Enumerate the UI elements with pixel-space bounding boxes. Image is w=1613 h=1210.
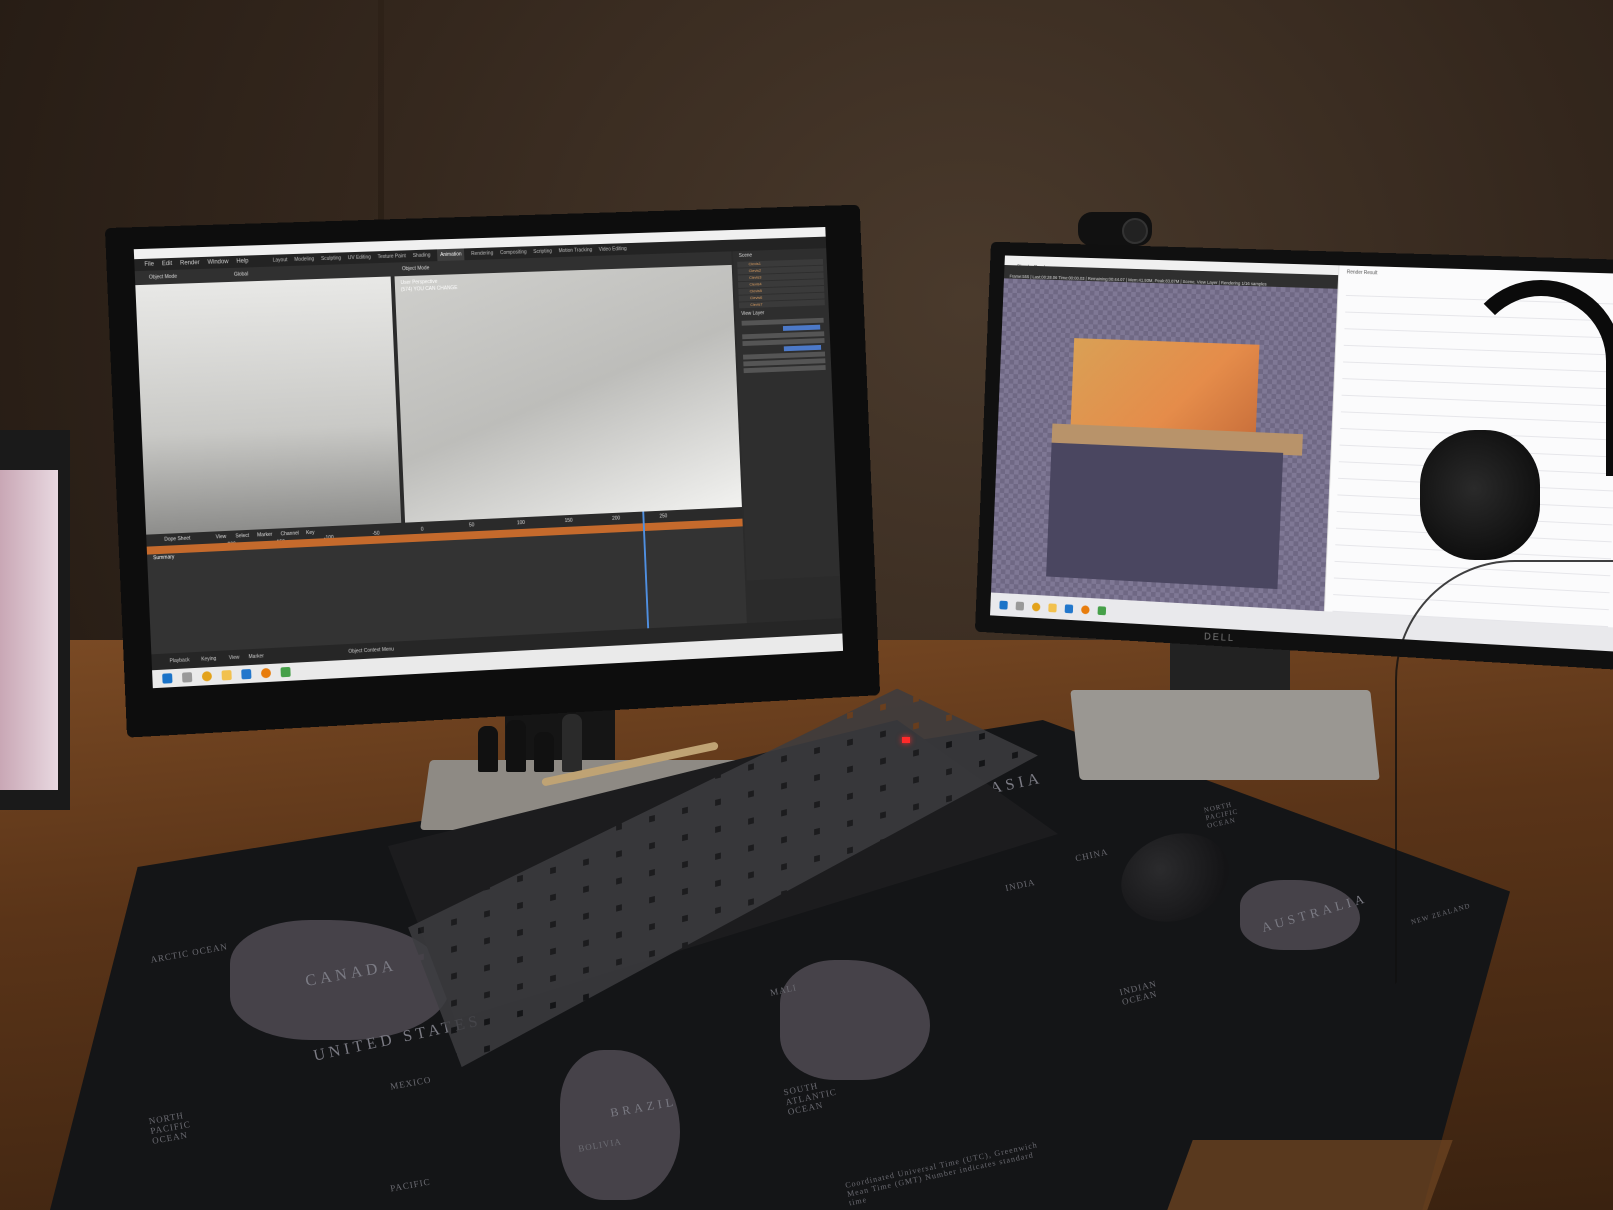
monitor-brand-logo: DELL: [1204, 632, 1235, 644]
mode-select-right[interactable]: Object Mode: [402, 261, 430, 276]
properties-panel: Scene Clevis1 Clevis2 Clevis3 Clevis4 Cl…: [733, 248, 840, 580]
file-explorer-icon[interactable]: [1048, 603, 1057, 612]
orientation-select[interactable]: Global: [234, 267, 249, 281]
figurine: [506, 720, 526, 772]
headphone-earcup: [1420, 430, 1540, 560]
start-icon[interactable]: [162, 673, 172, 683]
tab-compositing[interactable]: Compositing: [500, 246, 527, 259]
keying-menu[interactable]: Keying: [201, 651, 217, 668]
frame-number: 150: [564, 515, 572, 527]
headphones: [1420, 280, 1580, 580]
figurine: [562, 714, 582, 772]
menu-window[interactable]: Window: [207, 256, 229, 269]
tab-shading[interactable]: Shading: [412, 250, 430, 262]
menu-file[interactable]: File: [144, 259, 154, 271]
dope-sheet-key[interactable]: Key: [306, 527, 315, 539]
frame-number: 250: [659, 510, 667, 522]
webcam: [1078, 212, 1152, 246]
tab-modeling[interactable]: Modeling: [294, 253, 314, 266]
headphone-cable: [1395, 560, 1613, 984]
app-icon[interactable]: [281, 667, 291, 677]
frame-number: 100: [517, 517, 525, 529]
render-canvas[interactable]: [991, 278, 1338, 611]
chrome-icon[interactable]: [1032, 602, 1041, 611]
webcam-lens: [1122, 218, 1148, 244]
camera-viewport[interactable]: [135, 276, 401, 534]
blender-icon[interactable]: [261, 668, 271, 678]
vscode-icon[interactable]: [1065, 604, 1074, 613]
app-icon[interactable]: [1098, 606, 1107, 615]
mode-select-left[interactable]: Object Mode: [149, 270, 178, 285]
chrome-icon[interactable]: [202, 671, 212, 681]
property-field-active[interactable]: [784, 345, 821, 351]
search-icon[interactable]: [1016, 601, 1025, 610]
tab-video-editing[interactable]: Video Editing: [599, 243, 627, 256]
vscode-icon[interactable]: [241, 669, 251, 679]
marker-menu[interactable]: Marker: [248, 648, 264, 665]
figurine: [534, 732, 554, 772]
tab-animation[interactable]: Animation: [437, 248, 465, 261]
menu-render[interactable]: Render: [180, 257, 200, 270]
property-field[interactable]: [744, 365, 826, 373]
right-monitor-base: [1070, 690, 1379, 780]
tab-uv-editing[interactable]: UV Editing: [348, 251, 371, 264]
blender-window: File Edit Render Window Help Layout Mode…: [134, 227, 843, 688]
menu-help[interactable]: Help: [236, 255, 249, 267]
tab-texture-paint[interactable]: Texture Paint: [377, 250, 406, 263]
photo-scene: CANADA UNITED STATES MEXICO BRAZIL BOLIV…: [0, 0, 1613, 1210]
cardboard-box-corner: [1167, 1140, 1452, 1210]
keyboard-led: [902, 737, 910, 743]
tab-rendering[interactable]: Rendering: [471, 247, 494, 260]
start-icon[interactable]: [999, 600, 1007, 609]
dope-sheet-marker[interactable]: Marker: [257, 529, 273, 542]
render-result-lower: [1046, 443, 1283, 589]
left-monitor-glow: [0, 470, 58, 790]
3d-viewport[interactable]: User Perspective (574) YOU CAN CHANGE: [395, 265, 742, 523]
frame-number: 200: [612, 513, 620, 525]
view-menu[interactable]: View: [229, 650, 240, 666]
frame-number: 50: [469, 519, 475, 531]
file-explorer-icon[interactable]: [222, 670, 232, 680]
search-icon[interactable]: [182, 672, 192, 682]
view-sublabel: (574) YOU CAN CHANGE: [401, 285, 458, 293]
main-monitor: File Edit Render Window Help Layout Mode…: [105, 205, 880, 738]
playback-menu[interactable]: Playback: [169, 652, 190, 669]
property-field-active[interactable]: [783, 325, 820, 331]
figurine: [478, 726, 498, 772]
dope-sheet-select[interactable]: Select: [235, 530, 249, 543]
left-monitor-edge: [0, 430, 70, 810]
tab-sculpting[interactable]: Sculpting: [321, 252, 342, 265]
menu-edit[interactable]: Edit: [162, 258, 173, 270]
tab-scripting[interactable]: Scripting: [533, 246, 552, 258]
figurines: [478, 712, 598, 772]
tab-layout[interactable]: Layout: [272, 254, 287, 266]
blender-icon[interactable]: [1081, 605, 1090, 614]
summary-label: Summary: [147, 554, 174, 561]
